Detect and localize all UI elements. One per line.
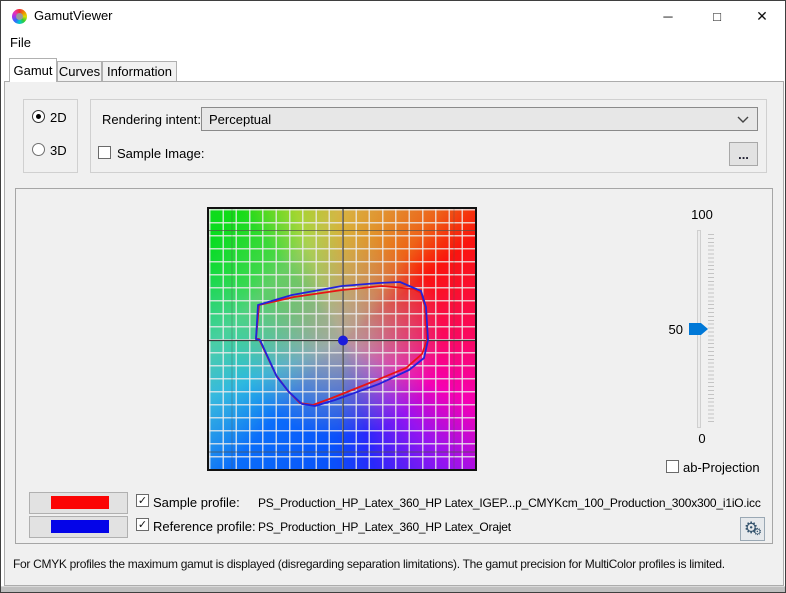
reference-profile-label: Reference profile: (153, 519, 256, 534)
ab-projection-checkbox[interactable] (666, 460, 679, 473)
lightness-slider-thumb[interactable] (689, 323, 708, 335)
sample-color-swatch-button[interactable] (29, 492, 128, 514)
sample-profile-label: Sample profile: (153, 495, 240, 510)
radio-2d[interactable] (32, 110, 45, 123)
slider-min-label: 0 (698, 431, 706, 446)
close-icon: ✕ (756, 7, 768, 24)
settings-button[interactable]: ⚙ ⚙ (740, 517, 765, 541)
close-button[interactable]: ✕ (739, 1, 785, 31)
radio-3d-label: 3D (50, 143, 67, 158)
reference-profile-checkbox[interactable]: ✓ (136, 518, 149, 531)
sample-image-label: Sample Image: (117, 146, 205, 161)
sample-image-checkbox[interactable] (98, 146, 111, 159)
reference-color-bar (51, 520, 109, 533)
maximize-icon: □ (713, 8, 721, 24)
sample-profile-checkbox[interactable]: ✓ (136, 494, 149, 507)
app-window: GamutViewer ─ □ ✕ File Gamut Curves Info… (0, 0, 786, 593)
slider-value-label: 50 (668, 322, 683, 337)
slider-max-label: 100 (691, 207, 713, 222)
sample-gamut-outline (255, 285, 428, 406)
minimize-icon: ─ (663, 8, 673, 24)
tab-gamut[interactable]: Gamut (9, 58, 57, 82)
window-resize-edge[interactable] (1, 586, 785, 592)
reference-profile-value: PS_Production_HP_Latex_360_HP Latex_Oraj… (258, 520, 511, 534)
gamut-tab-page: 2D 3D Rendering intent: Perceptual Sampl… (4, 81, 784, 586)
center-point-marker (338, 335, 348, 346)
rendering-intent-dropdown[interactable]: Perceptual (201, 107, 758, 131)
gamut-overlay (209, 209, 475, 469)
menu-item-file[interactable]: File (10, 35, 31, 50)
tab-information[interactable]: Information (102, 61, 177, 82)
reference-color-swatch-button[interactable] (29, 516, 128, 538)
slider-tick-marks (708, 234, 714, 424)
ab-projection-label: ab-Projection (683, 460, 760, 475)
sample-profile-value: PS_Production_HP_Latex_360_HP Latex_IGEP… (258, 496, 761, 510)
gear-small-icon: ⚙ (753, 527, 762, 538)
chevron-down-icon (737, 116, 749, 123)
rendering-intent-value: Perceptual (209, 111, 272, 127)
gamut-view-panel: 100 50 0 ab-Projection ✓ Sample profile:… (15, 188, 773, 544)
view-mode-group: 2D 3D (23, 99, 78, 173)
maximize-button[interactable]: □ (694, 1, 740, 31)
gamut-chart[interactable] (207, 207, 477, 471)
tab-curves[interactable]: Curves (57, 61, 102, 82)
radio-3d[interactable] (32, 143, 45, 156)
minimize-button[interactable]: ─ (645, 1, 691, 31)
radio-2d-label: 2D (50, 110, 67, 125)
rendering-group: Rendering intent: Perceptual Sample Imag… (90, 99, 767, 173)
browse-button[interactable]: ... (729, 142, 758, 166)
sample-color-bar (51, 496, 109, 509)
title-bar: GamutViewer ─ □ ✕ (1, 1, 785, 31)
rendering-intent-label: Rendering intent: (102, 112, 202, 127)
status-message: For CMYK profiles the maximum gamut is d… (13, 557, 725, 571)
window-title: GamutViewer (34, 8, 113, 23)
app-color-wheel-icon (12, 9, 27, 24)
